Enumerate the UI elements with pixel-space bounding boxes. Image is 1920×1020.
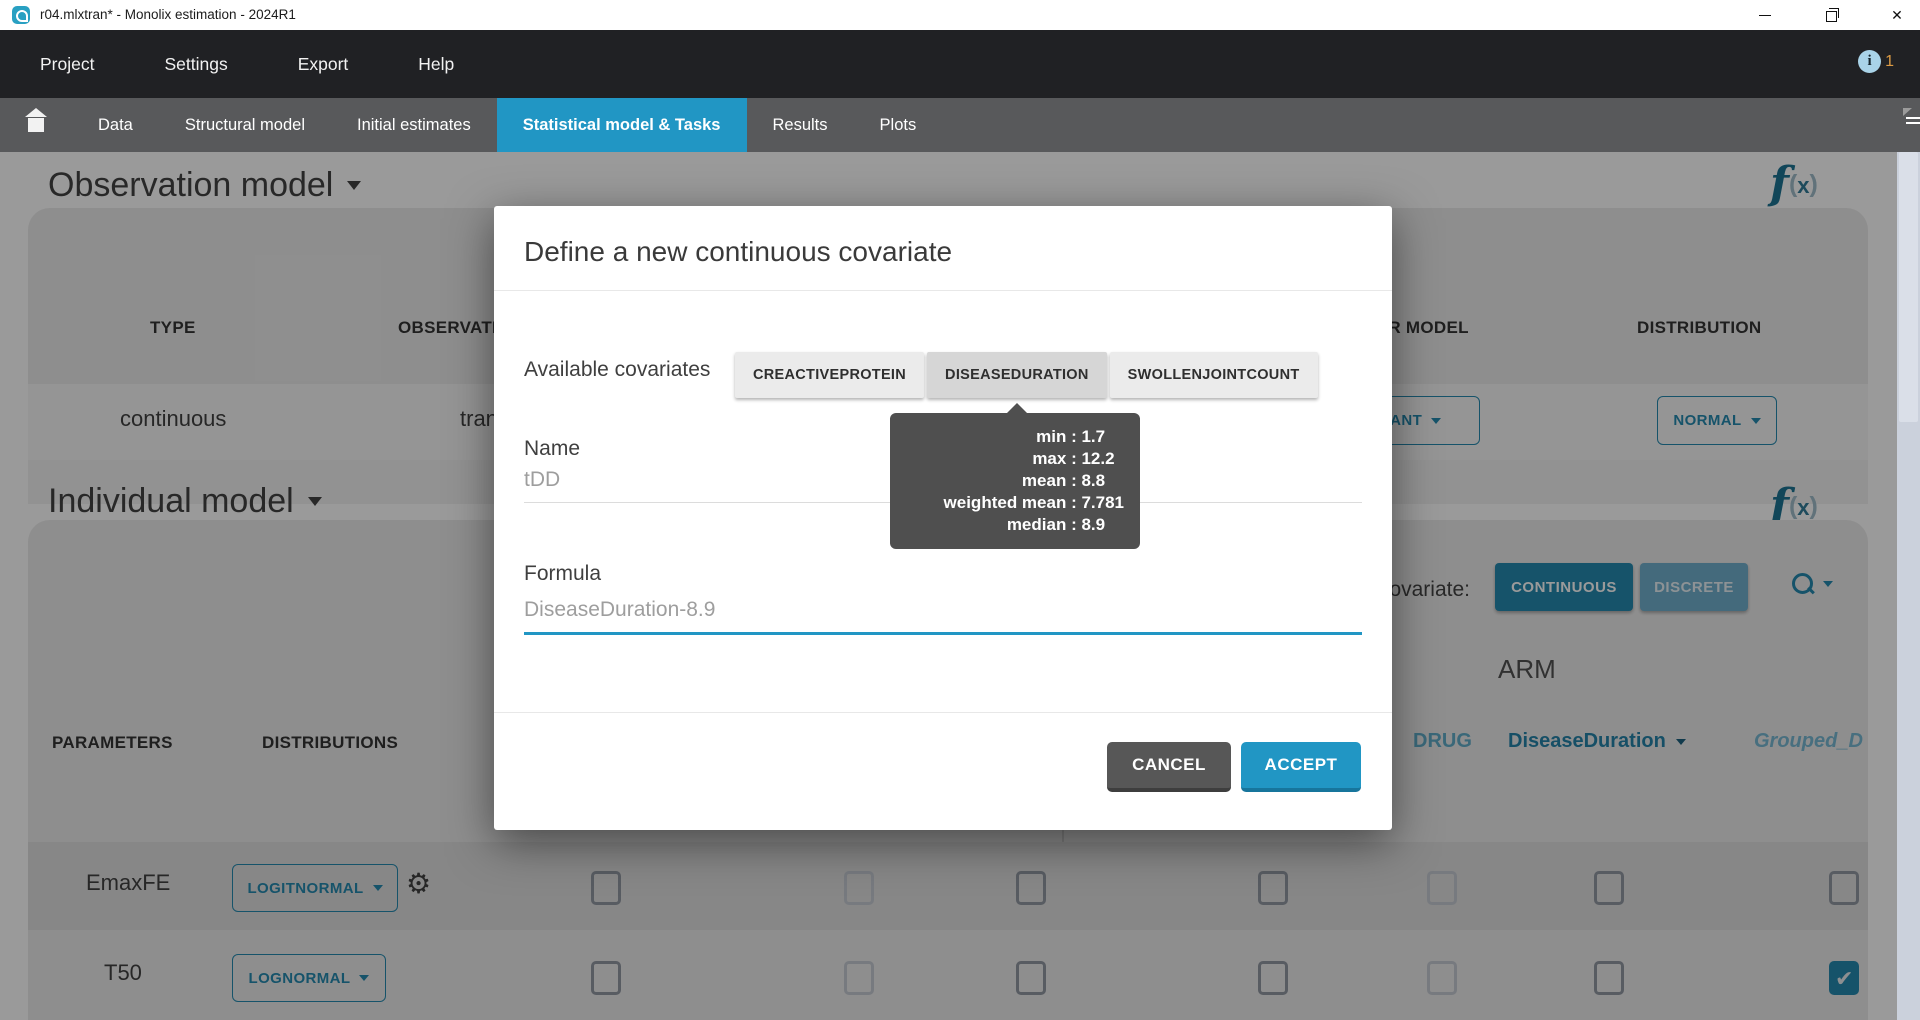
notification-count: 1 xyxy=(1885,53,1894,71)
define-covariate-dialog: Define a new continuous covariate Availa… xyxy=(494,206,1392,830)
close-button[interactable]: ✕ xyxy=(1874,0,1920,30)
covariate-diseaseduration-button[interactable]: DISEASEDURATION xyxy=(927,352,1107,398)
menu-export[interactable]: Export xyxy=(263,54,384,75)
dialog-title: Define a new continuous covariate xyxy=(524,236,952,268)
stat-label: median xyxy=(906,514,1081,536)
maximize-button[interactable] xyxy=(1808,0,1854,30)
stat-label: max xyxy=(906,448,1081,470)
available-covariates-label: Available covariates xyxy=(524,358,710,382)
minimize-icon xyxy=(1759,15,1771,16)
vertical-scrollbar[interactable] xyxy=(1897,152,1920,1020)
tab-structural-model[interactable]: Structural model xyxy=(159,98,331,152)
tab-statistical-model-tasks[interactable]: Statistical model & Tasks xyxy=(497,98,747,152)
menu-project[interactable]: Project xyxy=(5,54,129,75)
tab-bar: Data Structural model Initial estimates … xyxy=(0,98,1920,152)
tab-initial-estimates[interactable]: Initial estimates xyxy=(331,98,497,152)
scrollbar-thumb[interactable] xyxy=(1899,152,1918,422)
menu-help[interactable]: Help xyxy=(383,54,489,75)
divider xyxy=(494,712,1392,713)
tab-home[interactable] xyxy=(0,98,72,152)
covariate-swollenjointcount-button[interactable]: SWOLLENJOINTCOUNT xyxy=(1110,352,1318,398)
stat-value: 1.7 xyxy=(1081,426,1124,448)
window-title: r04.mlxtran* - Monolix estimation - 2024… xyxy=(40,7,296,22)
stat-value: 12.2 xyxy=(1081,448,1124,470)
stat-label: weighted mean xyxy=(906,492,1081,514)
menu-bar: Project Settings Export Help i 1 xyxy=(0,30,1920,98)
stat-value: 8.8 xyxy=(1081,470,1124,492)
divider xyxy=(494,290,1392,291)
formula-input[interactable] xyxy=(524,598,1362,635)
stat-value: 8.9 xyxy=(1081,514,1124,536)
cancel-button[interactable]: CANCEL xyxy=(1107,742,1231,792)
covariate-stats-tooltip: min 1.7 max 12.2 mean 8.8 weighted mean … xyxy=(890,413,1140,549)
tab-results[interactable]: Results xyxy=(747,98,854,152)
stat-value: 7.781 xyxy=(1081,492,1124,514)
minimize-button[interactable] xyxy=(1742,0,1788,30)
close-icon: ✕ xyxy=(1891,8,1903,22)
covariate-creactiveprotein-button[interactable]: CREACTIVEPROTEIN xyxy=(735,352,924,398)
accept-button[interactable]: ACCEPT xyxy=(1241,742,1361,792)
tab-plots[interactable]: Plots xyxy=(854,98,943,152)
tab-data[interactable]: Data xyxy=(72,98,159,152)
name-label: Name xyxy=(524,437,580,461)
formula-label: Formula xyxy=(524,562,601,586)
notifications-button[interactable]: i 1 xyxy=(1858,50,1894,73)
maximize-icon xyxy=(1826,11,1837,22)
home-icon xyxy=(25,116,47,134)
menu-settings[interactable]: Settings xyxy=(129,54,262,75)
stat-label: mean xyxy=(906,470,1081,492)
title-bar: r04.mlxtran* - Monolix estimation - 2024… xyxy=(0,0,1920,30)
info-icon: i xyxy=(1858,50,1881,73)
stat-label: min xyxy=(906,426,1081,448)
available-covariates-group: CREACTIVEPROTEIN DISEASEDURATION SWOLLEN… xyxy=(735,352,1318,398)
app-logo-icon xyxy=(12,6,30,24)
